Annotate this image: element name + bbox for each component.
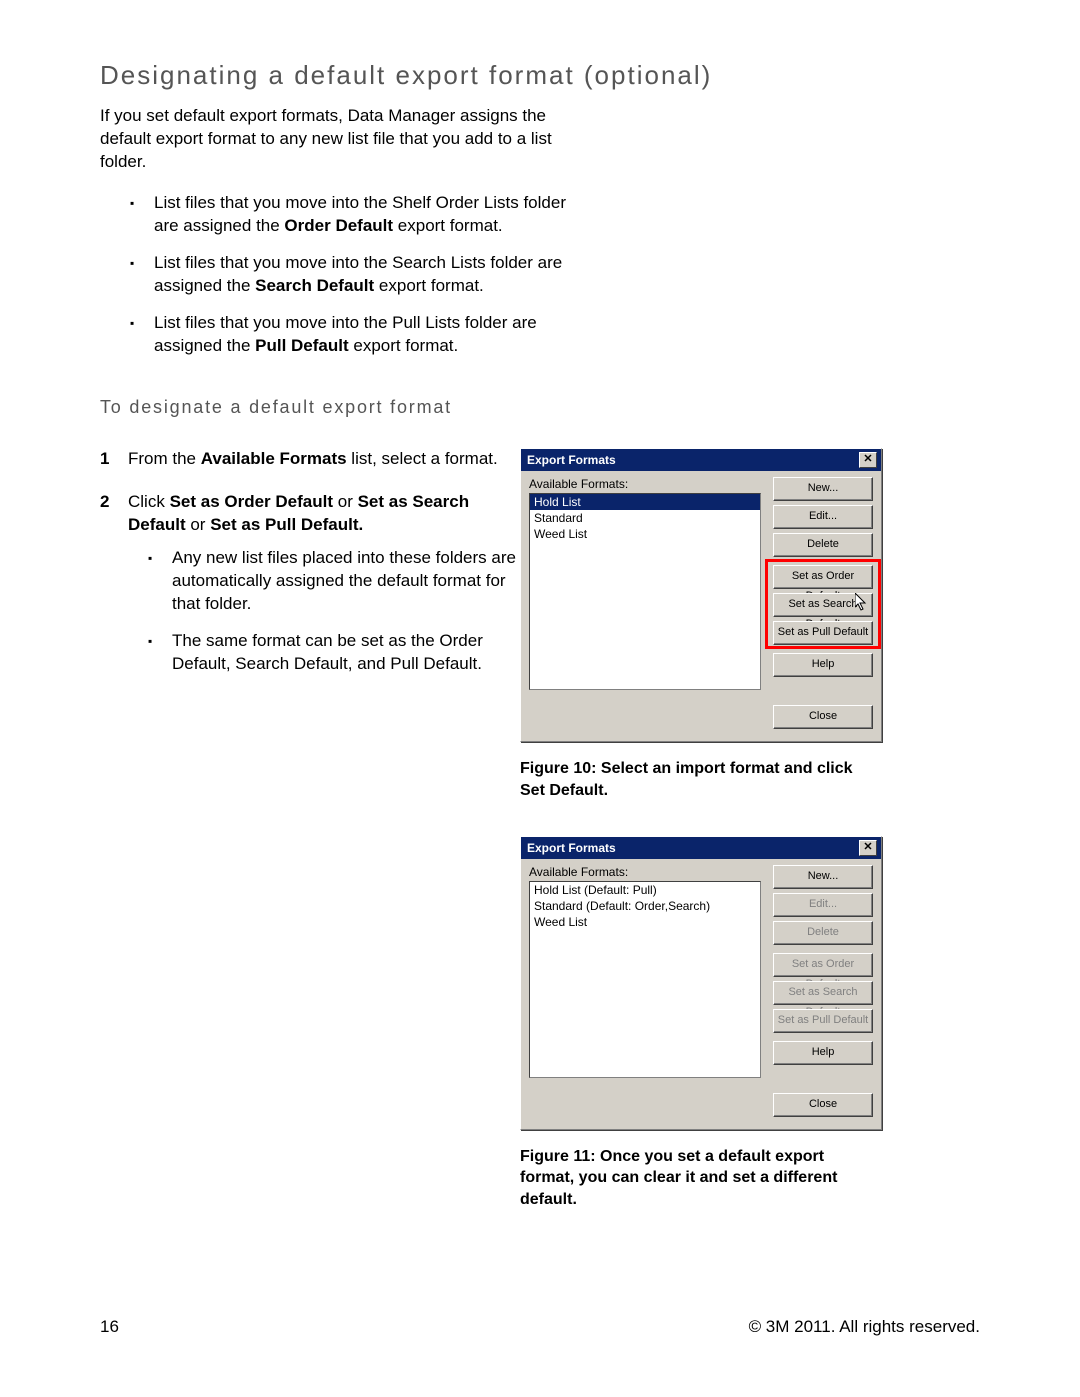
set-search-default-button[interactable]: Set as Search Default: [773, 981, 873, 1005]
figure-10-caption: Figure 10: Select an import format and c…: [520, 758, 880, 801]
available-formats-label: Available Formats:: [529, 477, 765, 491]
set-order-default-button[interactable]: Set as Order Default: [773, 565, 873, 589]
intro-bullet-list: List files that you move into the Shelf …: [130, 192, 590, 358]
list-item[interactable]: Standard (Default: Order,Search): [530, 898, 760, 914]
dialog-titlebar: Export Formats ✕: [521, 837, 881, 859]
bold-text: Search Default: [255, 276, 374, 295]
set-pull-default-button[interactable]: Set as Pull Default: [773, 621, 873, 645]
available-formats-label: Available Formats:: [529, 865, 765, 879]
dialog-title: Export Formats: [527, 453, 616, 467]
intro-bullet: List files that you move into the Search…: [130, 252, 590, 298]
text: or: [186, 515, 211, 534]
edit-button[interactable]: Edit...: [773, 893, 873, 917]
sub-bullet: The same format can be set as the Order …: [148, 630, 528, 676]
page-heading: Designating a default export format (opt…: [100, 60, 980, 91]
page-footer: 16 © 3M 2011. All rights reserved.: [100, 1317, 980, 1337]
text: From the: [128, 449, 201, 468]
close-icon[interactable]: ✕: [859, 840, 877, 856]
text: or: [333, 492, 358, 511]
sub-bullet: Any new list files placed into these fol…: [148, 547, 528, 616]
list-item[interactable]: Weed List: [530, 526, 760, 542]
help-button[interactable]: Help: [773, 1041, 873, 1065]
page-number: 16: [100, 1317, 119, 1337]
help-button[interactable]: Help: [773, 653, 873, 677]
bold-text: Set as Pull Default.: [210, 515, 363, 534]
export-formats-dialog-2: Export Formats ✕ Available Formats: Hold…: [520, 836, 882, 1130]
step-1: From the Available Formats list, select …: [100, 448, 520, 471]
list-item[interactable]: Weed List: [530, 914, 760, 930]
figure-11-caption: Figure 11: Once you set a default export…: [520, 1146, 880, 1211]
close-icon[interactable]: ✕: [859, 452, 877, 468]
bold-text: Pull Default: [255, 336, 349, 355]
edit-button[interactable]: Edit...: [773, 505, 873, 529]
export-formats-dialog-1: Export Formats ✕ Available Formats: Hold…: [520, 448, 882, 742]
delete-button[interactable]: Delete: [773, 921, 873, 945]
new-button[interactable]: New...: [773, 477, 873, 501]
procedure-heading: To designate a default export format: [100, 397, 980, 418]
intro-bullet: List files that you move into the Shelf …: [130, 192, 590, 238]
new-button[interactable]: New...: [773, 865, 873, 889]
dialog-title: Export Formats: [527, 841, 616, 855]
dialog-titlebar: Export Formats ✕: [521, 449, 881, 471]
close-button[interactable]: Close: [773, 1093, 873, 1117]
steps-list: From the Available Formats list, select …: [100, 448, 520, 676]
set-order-default-button[interactable]: Set as Order Default: [773, 953, 873, 977]
list-item[interactable]: Hold List (Default: Pull): [530, 882, 760, 898]
delete-button[interactable]: Delete: [773, 533, 873, 557]
step-2-sub-bullets: Any new list files placed into these fol…: [148, 547, 528, 676]
available-formats-listbox[interactable]: Hold List (Default: Pull) Standard (Defa…: [529, 881, 761, 1078]
text: list, select a format.: [347, 449, 498, 468]
set-pull-default-button[interactable]: Set as Pull Default: [773, 1009, 873, 1033]
text: export format.: [374, 276, 484, 295]
bold-text: Set as Order Default: [170, 492, 333, 511]
list-item[interactable]: Hold List: [530, 494, 760, 510]
close-button[interactable]: Close: [773, 705, 873, 729]
bold-text: Available Formats: [201, 449, 347, 468]
available-formats-listbox[interactable]: Hold List Standard Weed List: [529, 493, 761, 690]
step-2: Click Set as Order Default or Set as Sea…: [100, 491, 520, 676]
intro-bullet: List files that you move into the Pull L…: [130, 312, 590, 358]
text: export format.: [393, 216, 503, 235]
bold-text: Order Default: [284, 216, 393, 235]
list-item[interactable]: Standard: [530, 510, 760, 526]
text: Click: [128, 492, 170, 511]
set-search-default-button[interactable]: Set as Search Default: [773, 593, 873, 617]
intro-paragraph: If you set default export formats, Data …: [100, 105, 570, 174]
text: export format.: [349, 336, 459, 355]
copyright-text: © 3M 2011. All rights reserved.: [749, 1317, 980, 1337]
